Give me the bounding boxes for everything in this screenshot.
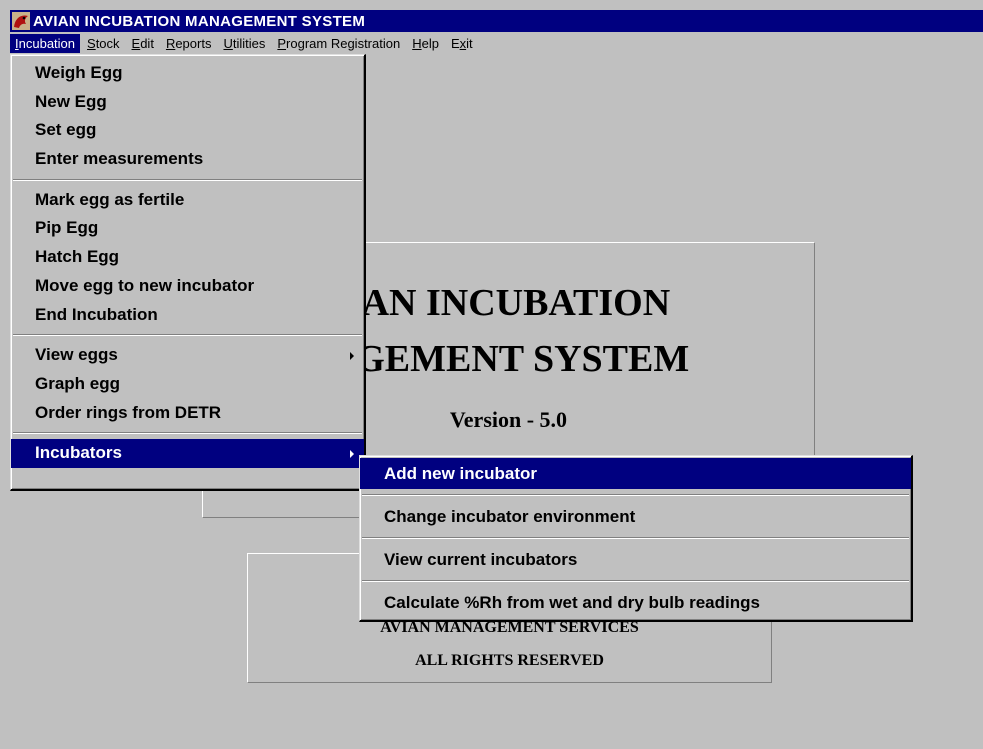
menu-utilities-mnemonic: U xyxy=(223,35,233,51)
menu-incubation-label: ncubation xyxy=(18,35,76,51)
menu-item-view-eggs[interactable]: View eggs xyxy=(11,341,364,370)
menu-edit-label: dit xyxy=(140,35,154,51)
menu-item-move-egg[interactable]: Move egg to new incubator xyxy=(11,272,364,301)
menu-stock-label: tock xyxy=(95,35,120,51)
menu-item-incubators[interactable]: Incubators xyxy=(11,439,364,468)
menu-item-weigh-egg[interactable]: Weigh Egg xyxy=(11,59,364,88)
menu-exit-label-b: it xyxy=(466,35,473,51)
menu-program-registration-label: rogram Registration xyxy=(286,35,401,51)
menu-edit[interactable]: Edit xyxy=(127,34,159,53)
menu-item-set-egg[interactable]: Set egg xyxy=(11,116,364,145)
menu-help-label: elp xyxy=(421,35,439,51)
menu-separator xyxy=(362,494,909,496)
incubators-submenu: Add new incubator Change incubator envir… xyxy=(359,455,913,622)
menu-item-graph-egg[interactable]: Graph egg xyxy=(11,370,364,399)
window-title: AVIAN INCUBATION MANAGEMENT SYSTEM xyxy=(33,12,366,30)
menu-reports[interactable]: Reports xyxy=(161,34,217,53)
menu-stock-mnemonic: S xyxy=(87,35,96,51)
menu-item-pip-egg[interactable]: Pip Egg xyxy=(11,214,364,243)
menu-item-calculate-rh[interactable]: Calculate %Rh from wet and dry bulb read… xyxy=(360,587,911,618)
menu-exit-label-a: E xyxy=(450,35,460,51)
menu-program-registration-mnemonic: P xyxy=(277,35,287,51)
bird-app-icon xyxy=(12,12,30,30)
submenu-arrow-icon xyxy=(350,449,354,458)
menu-item-order-rings[interactable]: Order rings from DETR xyxy=(11,399,364,428)
menu-item-view-incubators[interactable]: View current incubators xyxy=(360,544,911,575)
menu-stock[interactable]: Stock xyxy=(82,34,125,53)
menu-item-hatch-egg[interactable]: Hatch Egg xyxy=(11,243,364,272)
menu-item-mark-fertile[interactable]: Mark egg as fertile xyxy=(11,186,364,215)
menu-utilities[interactable]: Utilities xyxy=(218,34,270,53)
menu-item-view-eggs-label: View eggs xyxy=(35,345,118,365)
menu-reports-label: eports xyxy=(175,35,212,51)
menu-separator xyxy=(13,334,362,337)
menu-separator xyxy=(362,537,909,539)
menu-item-change-environment[interactable]: Change incubator environment xyxy=(360,501,911,532)
menu-separator xyxy=(13,432,362,435)
submenu-arrow-icon xyxy=(350,351,354,360)
menu-incubation[interactable]: Incubation xyxy=(10,33,81,53)
menu-help-mnemonic: H xyxy=(412,35,422,51)
menu-item-incubators-label: Incubators xyxy=(35,443,122,463)
menu-item-end-incubation[interactable]: End Incubation xyxy=(11,301,364,330)
menu-item-add-incubator[interactable]: Add new incubator xyxy=(360,458,911,489)
menu-help[interactable]: Help xyxy=(407,34,444,53)
menu-item-enter-measurements[interactable]: Enter measurements xyxy=(11,145,364,174)
menu-utilities-label: tilities xyxy=(232,35,266,51)
incubation-dropdown: Weigh Egg New Egg Set egg Enter measurem… xyxy=(10,54,366,491)
menu-program-registration[interactable]: Program Registration xyxy=(272,34,405,53)
menu-edit-mnemonic: E xyxy=(131,35,141,51)
menu-bar: Incubation Stock Edit Reports Utilities … xyxy=(10,32,983,54)
menu-separator xyxy=(13,178,362,181)
menu-exit[interactable]: Exit xyxy=(446,34,478,53)
menu-separator xyxy=(362,580,909,582)
title-bar: AVIAN INCUBATION MANAGEMENT SYSTEM xyxy=(10,10,983,32)
copyright-line3: ALL RIGHTS RESERVED xyxy=(415,652,604,669)
menu-reports-mnemonic: R xyxy=(165,35,176,51)
menu-item-new-egg[interactable]: New Egg xyxy=(11,88,364,117)
